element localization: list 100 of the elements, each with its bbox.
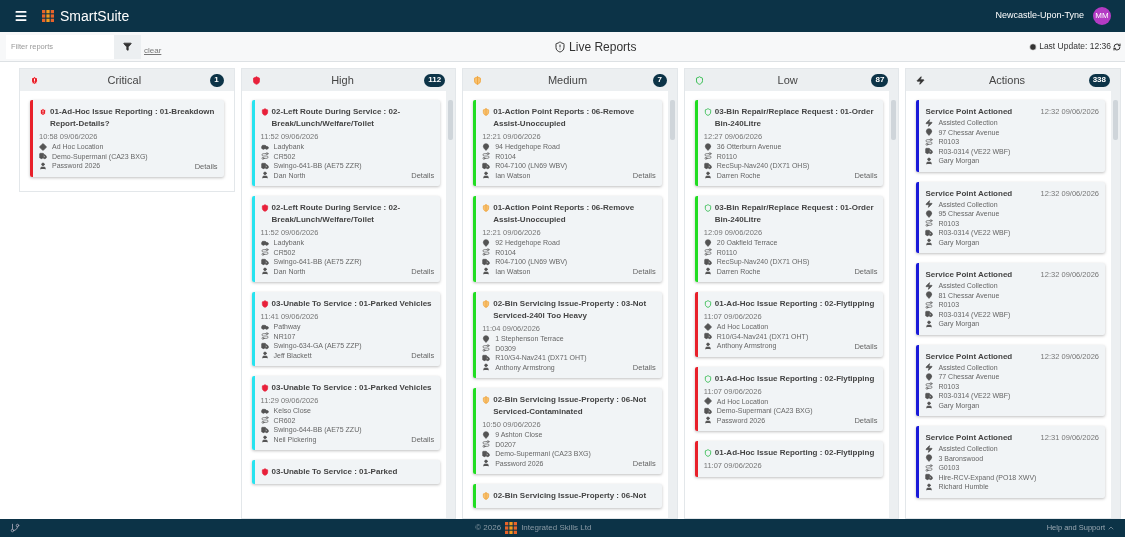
scrollbar[interactable] bbox=[1111, 91, 1120, 518]
route-icon bbox=[482, 248, 491, 257]
pin-icon bbox=[482, 430, 491, 439]
half-shield-icon bbox=[482, 204, 491, 212]
shield-outline-icon bbox=[703, 204, 712, 212]
person-icon bbox=[925, 401, 934, 410]
lightning-icon bbox=[925, 281, 934, 290]
car-icon bbox=[260, 322, 269, 331]
user-avatar[interactable]: MM bbox=[1093, 7, 1111, 25]
car-icon bbox=[260, 238, 269, 247]
card-title: 03-Bin Repair/Replace Request : 01-Order Bin-240Litre bbox=[714, 202, 875, 226]
route-icon bbox=[260, 332, 269, 341]
truck-icon bbox=[39, 152, 47, 161]
truck-icon bbox=[703, 257, 712, 266]
scrollbar[interactable] bbox=[446, 91, 456, 518]
card-title: Service Point Actioned bbox=[925, 106, 1013, 118]
route-icon bbox=[482, 152, 491, 161]
person-icon bbox=[925, 238, 934, 247]
pin-icon bbox=[482, 238, 491, 247]
report-card[interactable]: 03-Unable To Service : 01-Parked bbox=[251, 460, 441, 484]
half-shield-icon bbox=[482, 396, 491, 404]
half-shield-icon bbox=[482, 108, 491, 116]
truck-icon bbox=[260, 161, 269, 170]
menu-icon[interactable] bbox=[14, 9, 28, 23]
shield-icon bbox=[260, 384, 269, 392]
shield-outline-icon bbox=[703, 108, 712, 116]
pin-icon bbox=[925, 291, 934, 300]
car-icon bbox=[260, 406, 269, 415]
card-title: 01-Ad-Hoc Issue Reporting : 02-Flytipping bbox=[714, 447, 875, 459]
filter-button[interactable] bbox=[114, 34, 141, 59]
person-icon bbox=[260, 351, 269, 360]
route-icon bbox=[703, 152, 712, 161]
card-title: 01-Ad-Hoc Issue Reporting : 01-Breakdown Report-Details? bbox=[50, 106, 216, 130]
scrollbar[interactable] bbox=[667, 91, 677, 518]
route-icon bbox=[260, 152, 269, 161]
clear-link[interactable]: clear bbox=[144, 44, 162, 57]
diamond-icon bbox=[703, 397, 712, 406]
column-title: High bbox=[330, 72, 355, 88]
person-icon bbox=[925, 482, 934, 491]
shield-outline-icon bbox=[694, 75, 704, 85]
count-badge: 7 bbox=[652, 73, 667, 87]
card-title: 02-Left Route During Service : 02-Break/Lunch/Welfare/Toilet bbox=[271, 106, 402, 130]
card-title: 03-Unable To Service : 01-Parked bbox=[271, 466, 398, 478]
scrollbar[interactable] bbox=[889, 91, 899, 518]
car-icon bbox=[260, 142, 269, 151]
truck-icon bbox=[482, 449, 491, 458]
truck-icon bbox=[482, 353, 491, 362]
half-shield-icon bbox=[482, 300, 491, 308]
card-title: 01-Action Point Reports : 06-Remove Assist-Unoccupied bbox=[493, 202, 636, 226]
shield-alert-icon bbox=[39, 108, 47, 116]
refresh-icon[interactable] bbox=[1113, 42, 1121, 51]
card-title: 02-Left Route During Service : 02-Break/Lunch/Welfare/Toilet bbox=[271, 202, 402, 226]
clock-icon bbox=[1029, 42, 1038, 51]
card-title: 03-Unable To Service : 01-Parked Vehicles bbox=[271, 298, 432, 310]
card-title: 01-Ad-Hoc Issue Reporting : 02-Flytipping bbox=[714, 298, 875, 310]
shield-outline-icon bbox=[703, 300, 712, 308]
route-icon bbox=[925, 463, 934, 472]
truck-icon bbox=[260, 425, 269, 434]
count-badge: 1 bbox=[209, 73, 224, 87]
route-icon bbox=[260, 248, 269, 257]
shield-alert-icon bbox=[554, 40, 567, 53]
person-icon bbox=[703, 267, 712, 276]
shield-outline-icon bbox=[703, 374, 712, 383]
caret-icon bbox=[1107, 524, 1115, 532]
route-icon bbox=[925, 382, 934, 391]
truck-icon bbox=[703, 161, 712, 170]
report-card[interactable]: 02-Bin Servicing Issue-Property : 06-Not bbox=[473, 484, 662, 508]
person-icon bbox=[482, 171, 491, 180]
person-icon bbox=[260, 171, 269, 180]
person-icon bbox=[925, 319, 934, 328]
lightning-icon bbox=[925, 363, 934, 372]
last-update-label: Last Update: 12:36 bbox=[1039, 40, 1111, 53]
shield-icon bbox=[251, 75, 261, 85]
truck-icon bbox=[925, 147, 934, 156]
pin-icon bbox=[925, 128, 934, 137]
count-badge: 112 bbox=[424, 73, 446, 87]
logo-icon bbox=[42, 10, 54, 22]
person-icon bbox=[482, 363, 491, 372]
lightning-icon bbox=[916, 75, 926, 85]
route-icon bbox=[925, 219, 934, 228]
pin-icon bbox=[925, 372, 934, 381]
shield-icon bbox=[260, 468, 269, 476]
route-icon bbox=[482, 344, 491, 353]
app-name: SmartSuite bbox=[60, 6, 130, 26]
route-icon bbox=[925, 137, 934, 146]
diamond-icon bbox=[39, 142, 47, 151]
shield-icon bbox=[260, 300, 269, 308]
truck-icon bbox=[925, 228, 934, 237]
person-icon bbox=[703, 341, 712, 350]
card-title: 03-Unable To Service : 01-Parked Vehicles bbox=[271, 382, 432, 394]
count-badge: 338 bbox=[1088, 73, 1110, 87]
half-shield-icon bbox=[482, 492, 491, 500]
truck-icon bbox=[703, 406, 712, 415]
shield-icon bbox=[260, 108, 269, 116]
person-icon bbox=[39, 161, 47, 170]
person-icon bbox=[925, 156, 934, 165]
person-icon bbox=[482, 459, 491, 468]
lightning-icon bbox=[925, 444, 934, 453]
truck-icon bbox=[260, 341, 269, 350]
route-icon bbox=[703, 248, 712, 257]
